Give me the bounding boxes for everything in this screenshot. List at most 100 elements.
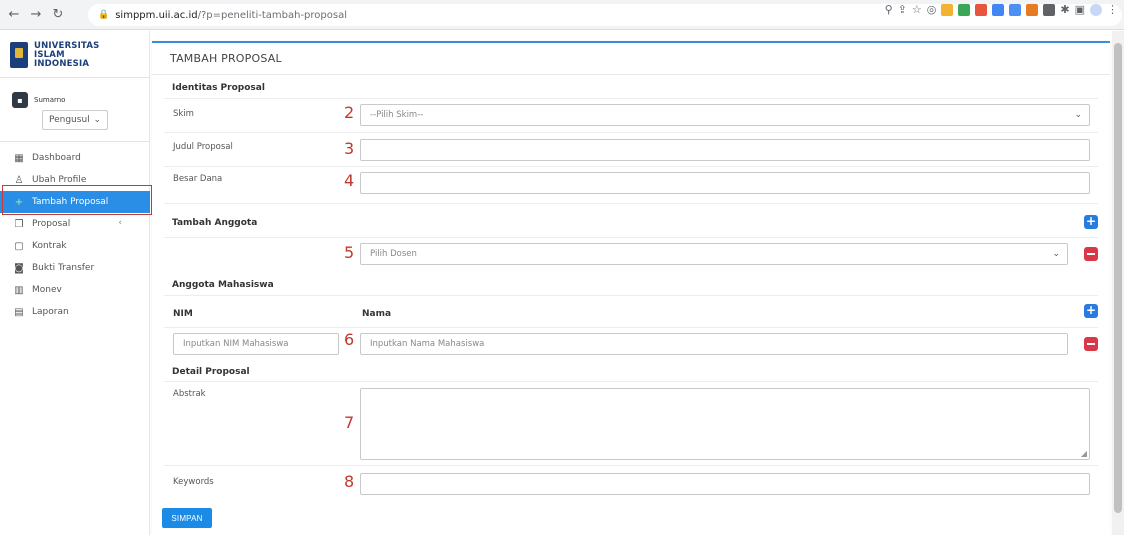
divider [164,295,1098,296]
url-path: /?p=peneliti-tambah-proposal [197,9,347,21]
annotation-number: 6 [344,330,355,349]
university-logo[interactable]: UNIVERSITAS ISLAM INDONESIA [10,39,140,71]
abstrak-textarea[interactable]: ◢ [360,388,1090,460]
chevron-down-icon: ⌄ [1074,110,1082,120]
annotation-number: 3 [344,139,355,158]
page-title: TAMBAH PROPOSAL [152,43,1110,75]
url-host: simppm.uii.ac.id [115,9,198,21]
field-label: Judul Proposal [173,142,233,152]
section-title: Anggota Mahasiswa [172,280,274,290]
divider [164,166,1098,167]
skim-select[interactable]: --Pilih Skim-- ⌄ [360,104,1090,126]
dosen-select[interactable]: Pilih Dosen ⌄ [360,243,1068,265]
field-label: Besar Dana [173,174,223,184]
sidebar-item-ubah-profile[interactable]: ♙ Ubah Profile [0,169,150,191]
keywords-input[interactable] [360,473,1090,495]
remove-mahasiswa-button[interactable] [1084,337,1098,351]
nama-placeholder: Inputkan Nama Mahasiswa [370,339,485,349]
extension-icon[interactable] [958,4,971,16]
sidebar-item-label: Ubah Profile [32,175,87,185]
extension-icon[interactable] [975,4,988,16]
sidebar-item-bukti-transfer[interactable]: ◙ Bukti Transfer [0,257,150,279]
sidebar-item-label: Kontrak [32,241,67,251]
field-label: Abstrak [173,389,206,399]
sidebar-item-kontrak[interactable]: ▢ Kontrak [0,235,150,257]
besar-dana-input[interactable] [360,172,1090,194]
section-title: Tambah Anggota [172,218,258,228]
extension-icon[interactable] [1009,4,1022,16]
sidebar-item-label: Monev [32,285,62,295]
extension-icon[interactable] [941,4,954,16]
field-label: Skim [173,109,194,119]
browser-toolbar: ← → ↻ 🔒 simppm.uii.ac.id /?p=peneliti-ta… [0,0,1124,30]
column-header-nim: NIM [173,309,193,319]
extension-icon[interactable] [992,4,1005,16]
role-value: Pengusul [49,115,90,125]
sidebar-item-proposal[interactable]: ❐ Proposal ‹ [0,213,150,235]
sidebar-menu: ▦ Dashboard ♙ Ubah Profile + Tambah Prop… [0,147,150,323]
camera-icon: ◙ [14,262,24,274]
role-select[interactable]: Pengusul ⌄ [42,110,108,130]
lock-icon: 🔒 [98,10,110,20]
university-emblem-icon [10,42,28,68]
zoom-icon[interactable]: ⚲ [885,4,893,16]
reload-icon[interactable]: ↻ [50,7,66,23]
file-icon: ▢ [14,240,24,252]
share-icon[interactable]: ⇪ [898,4,907,16]
annotation-number: 5 [344,243,355,262]
profile-avatar-icon[interactable] [1090,4,1102,16]
save-button[interactable]: SIMPAN [162,508,212,528]
skim-selected-value: --Pilih Skim-- [370,110,424,120]
column-header-nama: Nama [362,309,392,319]
main-panel: TAMBAH PROPOSAL Identitas Proposal Skim … [152,41,1110,535]
add-anggota-button[interactable]: + [1084,215,1098,229]
sidebar-item-label: Bukti Transfer [32,263,95,273]
forward-icon[interactable]: → [28,7,44,23]
divider [164,237,1098,238]
add-mahasiswa-button[interactable]: + [1084,304,1098,318]
user-panel: ▪ Sumarno [12,92,65,108]
extension-circle-icon[interactable]: ◎ [927,4,937,16]
page-scrollbar[interactable] [1112,31,1124,535]
nim-input[interactable]: Inputkan NIM Mahasiswa [173,333,339,355]
remove-dosen-button[interactable] [1084,247,1098,261]
divider [164,132,1098,133]
chevron-left-icon: ‹ [118,218,122,228]
back-icon[interactable]: ← [6,7,22,23]
chevron-down-icon: ⌄ [93,115,101,125]
puzzle-icon[interactable]: ✱ [1060,4,1069,16]
nim-placeholder: Inputkan NIM Mahasiswa [183,339,289,349]
divider [0,77,150,78]
dosen-placeholder: Pilih Dosen [370,249,417,259]
field-label: Keywords [173,477,214,487]
extensions-bar: ⚲ ⇪ ☆ ◎ ✱ ▣ ⋮ [885,4,1118,16]
sidebar-item-label: Laporan [32,307,69,317]
sidebar-item-tambah-proposal[interactable]: + Tambah Proposal [0,191,150,213]
sidebar-item-monev[interactable]: ▥ Monev [0,279,150,301]
divider [164,465,1098,466]
nama-mahasiswa-input[interactable]: Inputkan Nama Mahasiswa [360,333,1068,355]
extension-icon[interactable] [1043,4,1056,16]
user-name: Sumarno [34,96,66,104]
divider [164,381,1098,382]
scrollbar-thumb[interactable] [1114,43,1122,513]
sidebar: UNIVERSITAS ISLAM INDONESIA ▪ Sumarno Pe… [0,31,150,535]
sidebar-item-laporan[interactable]: ▤ Laporan [0,301,150,323]
sidepanel-icon[interactable]: ▣ [1075,4,1085,16]
resize-handle-icon[interactable]: ◢ [1081,449,1087,458]
extension-icon[interactable] [1026,4,1039,16]
section-title: Identitas Proposal [172,83,265,93]
annotation-number: 4 [344,171,355,190]
bookmark-star-icon[interactable]: ☆ [912,4,922,16]
sidebar-item-dashboard[interactable]: ▦ Dashboard [0,147,150,169]
annotation-number: 7 [344,413,355,432]
annotation-number: 8 [344,472,355,491]
bar-chart-icon: ▥ [14,284,24,296]
divider [0,141,150,142]
sidebar-item-label: Proposal [32,219,71,229]
document-icon: ▤ [14,306,24,318]
judul-proposal-input[interactable] [360,139,1090,161]
more-menu-icon[interactable]: ⋮ [1107,4,1118,16]
logo-line-3: INDONESIA [34,58,90,69]
divider [164,203,1098,204]
